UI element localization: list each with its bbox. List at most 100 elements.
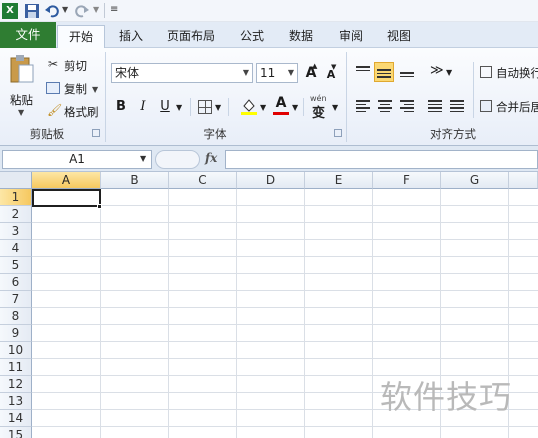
row-header-1[interactable]: 1	[0, 189, 32, 206]
font-color-icon[interactable]: A	[272, 95, 290, 115]
font-color-dropdown-icon[interactable]: ▼	[292, 103, 298, 112]
redo-icon[interactable]	[74, 3, 90, 19]
font-name-combo[interactable]: 宋体 ▼	[111, 63, 253, 83]
fill-handle[interactable]	[97, 204, 102, 209]
row-header-3[interactable]: 3	[0, 223, 32, 240]
chevron-down-icon: ▼	[242, 68, 249, 77]
format-painter-button[interactable]: 格式刷	[64, 104, 99, 120]
orientation-icon[interactable]: ≫	[430, 63, 444, 78]
row-header-10[interactable]: 10	[0, 342, 32, 359]
name-box-dropdown-icon[interactable]: ▼	[140, 154, 146, 163]
row-header-15[interactable]: 15	[0, 427, 32, 438]
row-header-6[interactable]: 6	[0, 274, 32, 291]
gridline	[32, 358, 538, 359]
paste-icon[interactable]	[8, 54, 34, 84]
tab-page-layout[interactable]: 页面布局	[160, 25, 222, 48]
gridline	[32, 324, 538, 325]
align-left-icon[interactable]	[356, 98, 370, 114]
tab-review[interactable]: 审阅	[332, 25, 370, 48]
row-header-11[interactable]: 11	[0, 359, 32, 376]
row-header-14[interactable]: 14	[0, 410, 32, 427]
borders-dropdown-icon[interactable]: ▼	[215, 103, 221, 112]
copy-button[interactable]: 复制	[64, 81, 87, 97]
divider	[190, 98, 191, 116]
tab-view[interactable]: 视图	[380, 25, 418, 48]
quick-access-toolbar: X ▼ ▼ ≡	[0, 0, 538, 22]
tab-insert[interactable]: 插入	[112, 25, 150, 48]
column-header-g[interactable]: G	[441, 172, 509, 189]
bold-button[interactable]: B	[112, 98, 130, 116]
row-header-13[interactable]: 13	[0, 393, 32, 410]
select-all-corner[interactable]	[0, 172, 32, 189]
redo-dropdown-icon[interactable]: ▼	[93, 5, 99, 14]
align-top-icon[interactable]	[356, 64, 370, 73]
gridline	[32, 222, 538, 223]
alignment-group-label: 对齐方式	[430, 127, 476, 141]
align-bottom-icon[interactable]	[400, 70, 414, 79]
excel-logo-icon[interactable]: X	[2, 3, 18, 19]
tab-data[interactable]: 数据	[282, 25, 320, 48]
font-size-combo[interactable]: 11 ▼	[256, 63, 298, 83]
grow-font-arrow-icon: ▲	[312, 62, 318, 70]
gridline	[32, 341, 538, 342]
align-center-icon[interactable]	[378, 98, 392, 114]
italic-button[interactable]: I	[134, 98, 152, 116]
underline-dropdown-icon[interactable]: ▼	[176, 103, 182, 112]
align-middle-icon	[377, 67, 391, 80]
borders-icon[interactable]	[198, 100, 212, 114]
underline-button[interactable]: U	[156, 98, 174, 116]
merge-center-icon	[480, 100, 492, 112]
orientation-dropdown-icon[interactable]: ▼	[446, 68, 452, 77]
tab-home[interactable]: 开始	[57, 25, 105, 48]
paste-dropdown-icon[interactable]: ▼	[18, 108, 24, 117]
column-header-f[interactable]: F	[373, 172, 441, 189]
gridline	[32, 426, 538, 427]
row-header-12[interactable]: 12	[0, 376, 32, 393]
column-header-c[interactable]: C	[169, 172, 237, 189]
merge-center-button[interactable]: 合并后居	[496, 99, 538, 115]
paste-button[interactable]: 粘贴	[10, 92, 33, 108]
save-icon[interactable]	[24, 3, 40, 19]
column-header-a[interactable]: A	[32, 172, 101, 189]
row-header-8[interactable]: 8	[0, 308, 32, 325]
clipboard-launcher-icon[interactable]	[92, 129, 100, 137]
worksheet-grid[interactable]: A B C D E F G 1 2 3 4 5 6 7 8 9 10 11 12…	[0, 172, 538, 438]
name-box[interactable]: A1	[2, 150, 152, 169]
active-cell-a1[interactable]	[32, 189, 101, 207]
phonetic-button[interactable]: 变	[312, 102, 325, 121]
align-middle-button[interactable]	[374, 62, 394, 82]
row-header-2[interactable]: 2	[0, 206, 32, 223]
row-header-5[interactable]: 5	[0, 257, 32, 274]
column-header-b[interactable]: B	[101, 172, 169, 189]
tab-file[interactable]: 文件	[0, 22, 56, 48]
fill-color-dropdown-icon[interactable]: ▼	[260, 103, 266, 112]
undo-icon[interactable]	[44, 3, 60, 19]
column-header-e[interactable]: E	[305, 172, 373, 189]
row-header-9[interactable]: 9	[0, 325, 32, 342]
undo-dropdown-icon[interactable]: ▼	[62, 5, 68, 14]
column-header-h[interactable]	[509, 172, 538, 189]
cut-button[interactable]: 剪切	[64, 58, 87, 74]
gridline	[304, 189, 305, 438]
row-header-7[interactable]: 7	[0, 291, 32, 308]
gridline	[100, 189, 101, 438]
insert-function-button[interactable]: fx	[205, 151, 217, 165]
fill-color-icon[interactable]	[240, 97, 258, 115]
qat-divider	[104, 3, 105, 18]
wrap-text-icon	[480, 66, 492, 78]
column-header-d[interactable]: D	[237, 172, 305, 189]
customize-icon[interactable]: ≡	[110, 4, 118, 15]
wrap-text-button[interactable]: 自动换行	[496, 65, 538, 81]
formula-input[interactable]	[225, 150, 538, 169]
increase-indent-icon[interactable]	[450, 98, 464, 114]
clipboard-group-label: 剪贴板	[29, 127, 65, 141]
phonetic-dropdown-icon[interactable]: ▼	[332, 103, 338, 112]
decrease-indent-icon[interactable]	[428, 98, 442, 114]
row-header-4[interactable]: 4	[0, 240, 32, 257]
format-painter-icon: 🖌	[47, 103, 63, 117]
font-launcher-icon[interactable]	[334, 129, 342, 137]
gridline	[236, 189, 237, 438]
copy-dropdown-icon[interactable]: ▼	[92, 85, 98, 94]
align-right-icon[interactable]	[400, 98, 414, 114]
tab-formulas[interactable]: 公式	[234, 25, 270, 48]
